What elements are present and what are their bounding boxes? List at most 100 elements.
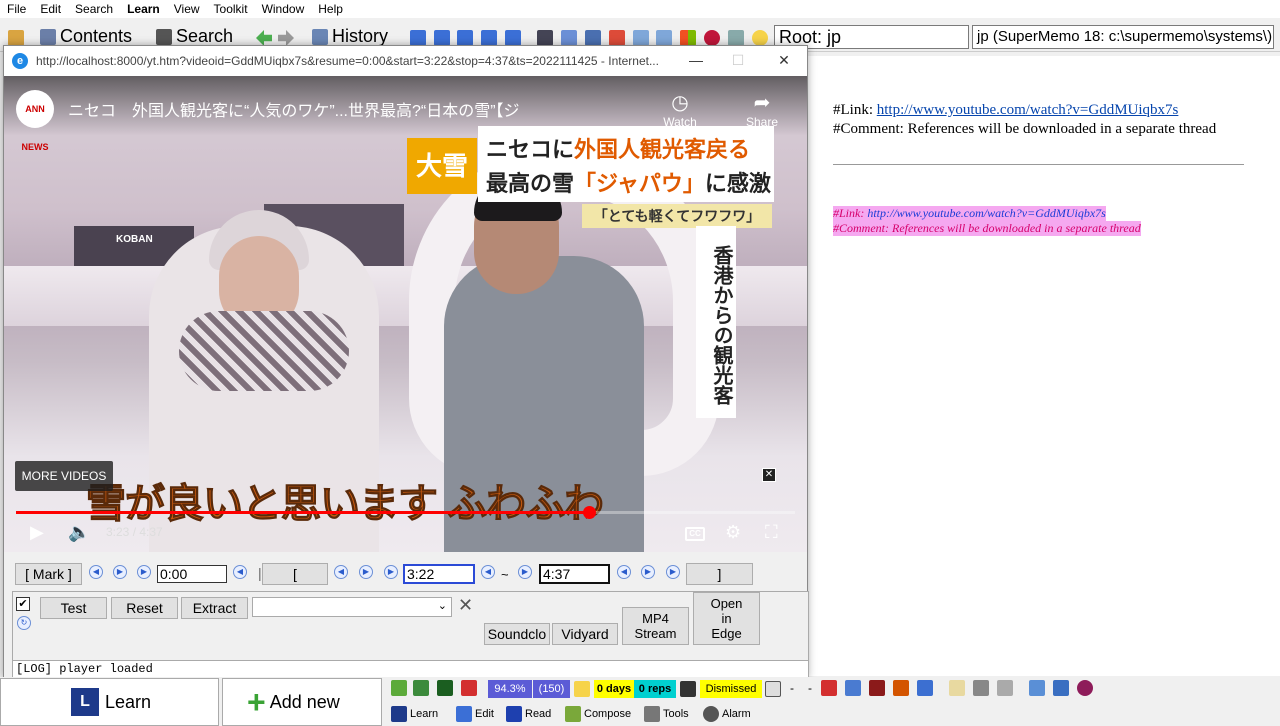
copy-icon[interactable]	[973, 680, 989, 696]
rewind-start-icon[interactable]: ◀	[334, 565, 348, 579]
add-topic-icon[interactable]	[391, 680, 407, 696]
google-icon[interactable]	[609, 30, 625, 46]
text-icon[interactable]	[869, 680, 885, 696]
enable-checkbox[interactable]: ✔	[16, 597, 30, 611]
extract-dropdown[interactable]: ⌄	[252, 597, 452, 617]
previous-element-icon[interactable]	[434, 30, 450, 46]
extract-button[interactable]: Extract	[181, 597, 248, 619]
vidyard-button[interactable]: Vidyard	[552, 623, 618, 645]
menu-help[interactable]: Help	[311, 2, 350, 16]
priority-icon[interactable]	[461, 680, 477, 696]
book-green-icon[interactable]	[437, 680, 453, 696]
minimize-button[interactable]: —	[684, 50, 708, 70]
clipboard-icon[interactable]	[949, 680, 965, 696]
close-more-videos-icon[interactable]: ✕	[762, 468, 776, 482]
tab-edit[interactable]: Edit	[456, 706, 494, 722]
back-arrow-icon[interactable]	[256, 30, 272, 46]
video-progress-handle[interactable]	[582, 506, 596, 519]
set-start-button[interactable]: [	[262, 563, 328, 585]
goto-stop-icon[interactable]: ▶	[641, 565, 655, 579]
forward-arrow-icon[interactable]	[278, 30, 294, 46]
learn-big-button[interactable]: L Learn	[0, 678, 219, 726]
statistics-icon[interactable]	[680, 681, 696, 697]
play-icon[interactable]: ▶	[30, 522, 44, 543]
forward-start-icon[interactable]: ▶	[384, 565, 398, 579]
volume-icon[interactable]: 🔈	[68, 522, 90, 543]
open-in-edge-button[interactable]: Open in Edge	[693, 592, 760, 645]
reset-start-icon[interactable]: ◀	[481, 565, 495, 579]
closed-captions-icon[interactable]: CC	[685, 527, 705, 541]
window-icon[interactable]	[845, 680, 861, 696]
contents-button[interactable]: Contents	[40, 26, 132, 47]
menu-file[interactable]: File	[0, 2, 33, 16]
reset-resume-icon[interactable]: ◀	[233, 565, 247, 579]
fullscreen-icon[interactable]: ⛶	[765, 522, 778, 543]
tab-compose[interactable]: Compose	[565, 706, 631, 722]
first-element-icon[interactable]	[410, 30, 426, 46]
goto-resume-icon[interactable]: ▶	[113, 565, 127, 579]
resume-field[interactable]: 0:00	[157, 565, 227, 583]
add-item-icon[interactable]	[413, 680, 429, 696]
help-icon[interactable]	[704, 30, 720, 46]
calendar-icon[interactable]	[765, 681, 781, 697]
tab-alarm[interactable]: Alarm	[703, 706, 751, 722]
clear-icon[interactable]: ✕	[458, 595, 473, 616]
add-new-button[interactable]: + Add new	[222, 678, 382, 726]
forward-resume-icon[interactable]: ▶	[137, 565, 151, 579]
video-title[interactable]: ニセコ 外国人観光客に“人気のワケ”...世界最高?“日本の雪”【ジ	[68, 97, 520, 121]
book-icon[interactable]	[585, 30, 601, 46]
html-icon[interactable]	[893, 680, 909, 696]
stop-field[interactable]: 4:37	[539, 564, 610, 584]
settings-gear-icon[interactable]: ⚙	[725, 522, 741, 543]
zoom-icon[interactable]	[537, 30, 553, 46]
lightbulb-icon[interactable]	[752, 30, 768, 46]
windows-icon[interactable]	[680, 30, 696, 46]
test-button[interactable]: Test	[40, 597, 107, 619]
menu-view[interactable]: View	[167, 2, 207, 16]
more-videos-button[interactable]: MORE VIDEOS	[15, 461, 113, 491]
alarm-yellow-icon[interactable]	[574, 681, 590, 697]
edit-doc-icon[interactable]	[1053, 680, 1069, 696]
menu-edit[interactable]: Edit	[33, 2, 68, 16]
start-field[interactable]: 3:22	[403, 564, 475, 584]
tab-read[interactable]: Read	[506, 706, 551, 722]
set-stop-button[interactable]: ]	[686, 563, 753, 585]
settings-icon[interactable]	[917, 680, 933, 696]
mail-icon[interactable]	[633, 30, 649, 46]
reset-stop-icon[interactable]: ▶	[518, 565, 532, 579]
user-icon[interactable]	[728, 30, 744, 46]
menu-toolkit[interactable]: Toolkit	[207, 2, 255, 16]
mp4-stream-button[interactable]: MP4 Stream	[622, 607, 689, 645]
goto-start-icon[interactable]: ▶	[359, 565, 373, 579]
tab-tools[interactable]: Tools	[644, 706, 689, 722]
next-element-icon[interactable]	[481, 30, 497, 46]
rewind-stop-icon[interactable]: ◀	[617, 565, 631, 579]
delete-icon[interactable]	[821, 680, 837, 696]
rewind-resume-icon[interactable]: ◀	[89, 565, 103, 579]
search-button[interactable]: Search	[156, 26, 233, 47]
tab-learn[interactable]: Learn	[391, 706, 438, 722]
collection-field[interactable]: jp (SuperMemo 18: c:\supermemo\systems\)	[972, 25, 1274, 49]
parent-element-icon[interactable]	[457, 30, 473, 46]
mark-button[interactable]: [ Mark ]	[15, 563, 82, 585]
message-icon[interactable]	[656, 30, 672, 46]
youtube-link[interactable]: http://www.youtube.com/watch?v=GddMUiqbx…	[877, 102, 1179, 118]
menu-learn[interactable]: Learn	[120, 2, 167, 16]
video-player[interactable]: KOBAN ANN NEWS ニセコ 外国人観光客に“人気のワケ”...世界最高…	[4, 76, 807, 552]
refresh-icon[interactable]: ↻	[17, 616, 31, 630]
paste-icon[interactable]	[997, 680, 1013, 696]
maximize-button[interactable]: ☐	[726, 50, 750, 70]
video-progress-bar[interactable]	[16, 506, 795, 519]
image-search-icon[interactable]	[561, 30, 577, 46]
menu-search[interactable]: Search	[68, 2, 120, 16]
help-circle-icon[interactable]	[1077, 680, 1093, 696]
highlighted-youtube-link[interactable]: http://www.youtube.com/watch?v=GddMUiqbx…	[867, 206, 1106, 220]
close-button[interactable]: ✕	[772, 50, 796, 70]
share-button[interactable]: ➦ Share	[732, 90, 792, 129]
soundcloud-button[interactable]: Soundclo	[484, 623, 550, 645]
menu-window[interactable]: Window	[255, 2, 312, 16]
history-button[interactable]: History	[312, 26, 388, 47]
open-folder-icon[interactable]	[8, 30, 24, 46]
import-icon[interactable]	[1029, 680, 1045, 696]
last-element-icon[interactable]	[505, 30, 521, 46]
